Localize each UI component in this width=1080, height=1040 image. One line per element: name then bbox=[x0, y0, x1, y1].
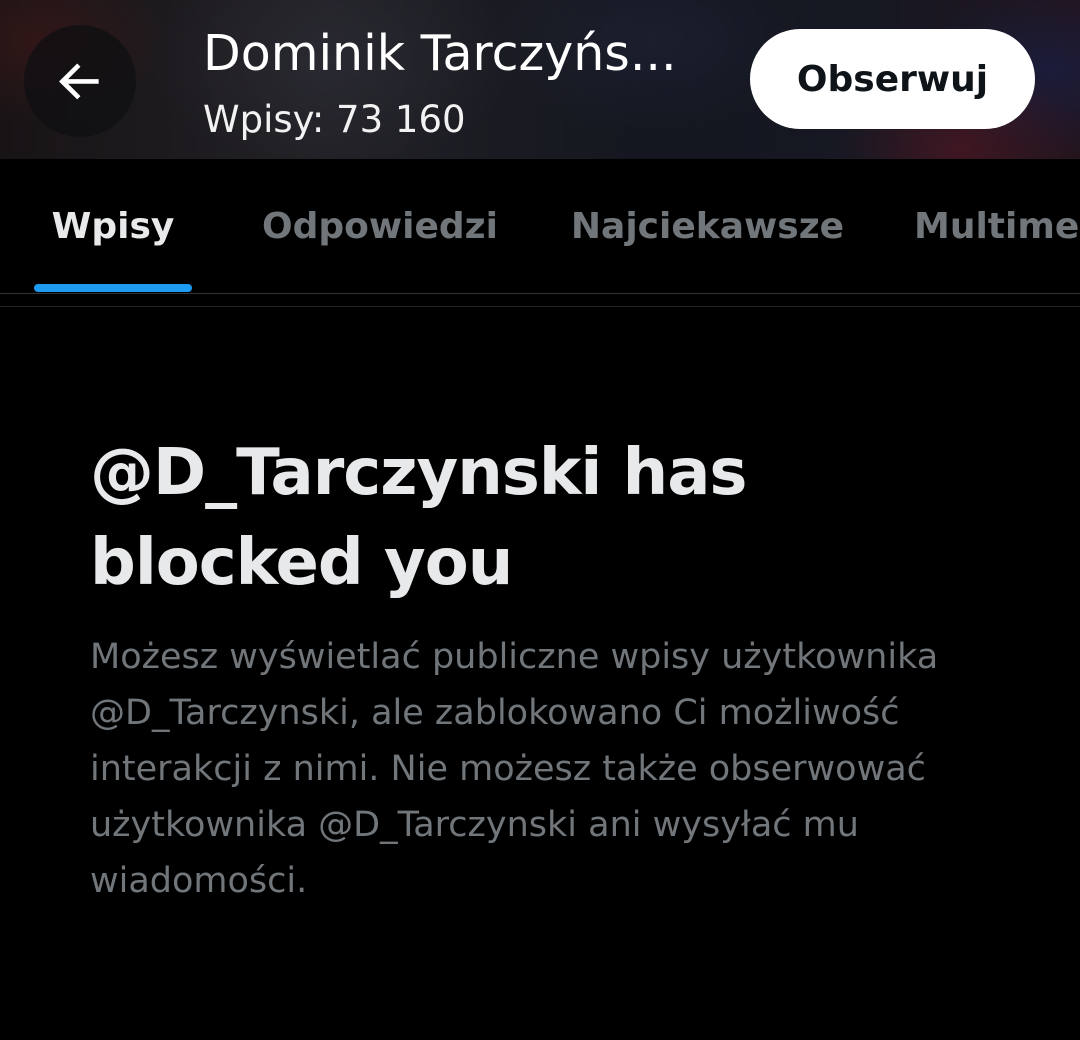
tab-posts[interactable]: Wpisy bbox=[34, 159, 192, 293]
tab-media[interactable]: Multime bbox=[914, 159, 1080, 293]
profile-name: Dominik Tarczyńs... bbox=[203, 25, 677, 82]
profile-tabs: Wpisy Odpowiedzi Najciekawsze Multime bbox=[0, 159, 1080, 294]
profile-header: Dominik Tarczyńs... Wpisy: 73 160 Obserw… bbox=[0, 0, 1080, 159]
post-count: Wpisy: 73 160 bbox=[203, 98, 466, 141]
blocked-title: @D_Tarczynski has blocked you bbox=[90, 436, 747, 600]
arrow-left-icon bbox=[52, 53, 108, 109]
active-tab-indicator bbox=[34, 284, 192, 292]
tab-replies[interactable]: Odpowiedzi bbox=[255, 159, 505, 293]
divider bbox=[0, 306, 1080, 307]
back-button[interactable] bbox=[24, 25, 136, 137]
follow-button[interactable]: Obserwuj bbox=[750, 29, 1035, 129]
tab-highlights[interactable]: Najciekawsze bbox=[560, 159, 855, 293]
blocked-description: Możesz wyświetlać publiczne wpisy użytko… bbox=[90, 637, 939, 901]
profile-title-block: Dominik Tarczyńs... Wpisy: 73 160 bbox=[203, 24, 721, 144]
